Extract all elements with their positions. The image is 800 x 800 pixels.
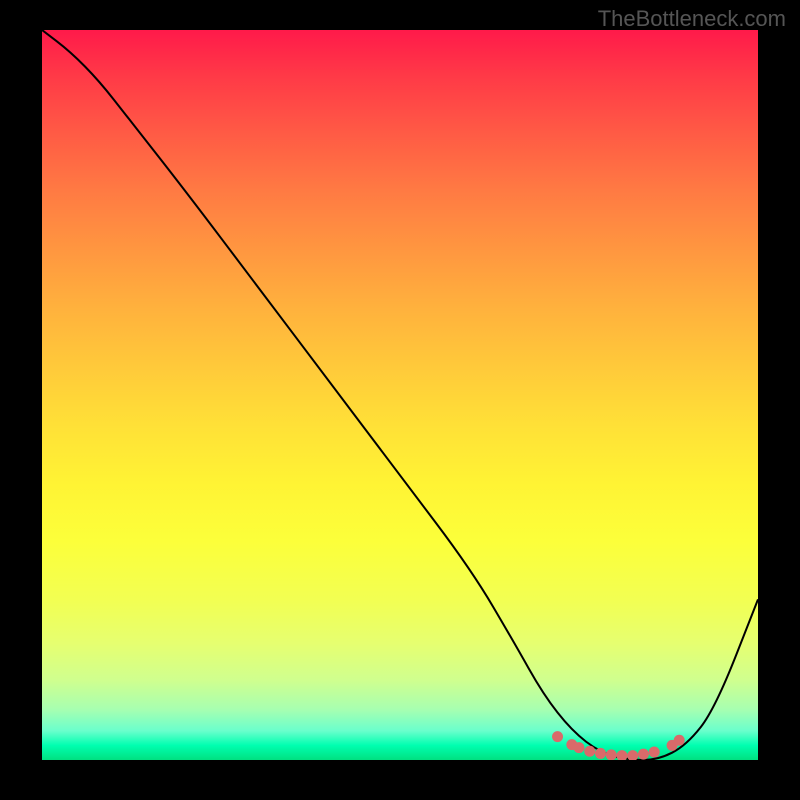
marker-dot xyxy=(616,750,627,760)
marker-dot xyxy=(595,748,606,759)
chart-svg xyxy=(42,30,758,760)
marker-dot xyxy=(674,735,685,746)
watermark-text: TheBottleneck.com xyxy=(598,6,786,32)
marker-dot xyxy=(606,749,617,760)
marker-dot xyxy=(552,731,563,742)
marker-dot xyxy=(638,749,649,760)
marker-dot xyxy=(584,746,595,757)
marker-dot xyxy=(574,742,585,753)
chart-plot-area xyxy=(42,30,758,760)
marker-dot xyxy=(649,746,660,757)
bottleneck-curve-line xyxy=(42,30,758,760)
marker-dot xyxy=(627,750,638,760)
